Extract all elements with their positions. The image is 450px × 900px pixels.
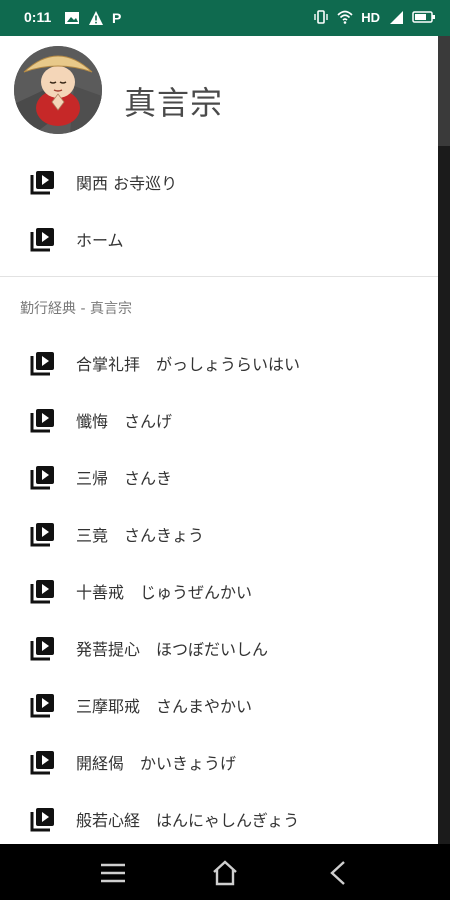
notification-icons: P bbox=[64, 10, 121, 26]
playlist-play-icon bbox=[30, 751, 54, 775]
status-time: 0:11 bbox=[24, 9, 52, 25]
drawer-scrim[interactable] bbox=[438, 36, 450, 844]
nav-item-label: 般若心経 はんにゃしんぎょう bbox=[76, 811, 300, 830]
nav-item-kansai-temples[interactable]: 関西 お寺巡り bbox=[0, 154, 438, 210]
system-indicators: HD bbox=[313, 9, 436, 25]
nav-item-label: 三竟 さんきょう bbox=[76, 526, 205, 545]
nav-item-label: ホーム bbox=[76, 231, 124, 250]
nav-item-juzenkai[interactable]: 十善戒 じゅうぜんかい bbox=[0, 563, 438, 619]
nav-item-hannya-shingyo[interactable]: 般若心経 はんにゃしんぎょう bbox=[0, 791, 438, 844]
drawer-title: 真言宗 bbox=[124, 84, 224, 122]
nav-item-label: 開経偈 かいきょうげ bbox=[76, 754, 237, 773]
playlist-play-icon bbox=[30, 637, 54, 661]
nav-item-label: 懺悔 さんげ bbox=[76, 412, 173, 431]
playlist-play-icon bbox=[30, 580, 54, 604]
nav-item-kaikyoge[interactable]: 開経偈 かいきょうげ bbox=[0, 734, 438, 790]
nav-item-sanki[interactable]: 三帰 さんき bbox=[0, 449, 438, 505]
navigation-drawer: 真言宗 関西 お寺巡り ホーム 勤行経典 - 真言宗 合掌礼拝 がっしょうらいは… bbox=[0, 36, 438, 844]
wifi-icon bbox=[337, 10, 353, 24]
background-content-edge bbox=[438, 36, 450, 146]
divider bbox=[0, 276, 438, 277]
network-type-label: HD bbox=[361, 9, 380, 25]
playlist-play-icon bbox=[30, 694, 54, 718]
playlist-play-icon bbox=[30, 523, 54, 547]
nav-item-label: 十善戒 じゅうぜんかい bbox=[76, 583, 253, 602]
battery-icon bbox=[412, 11, 435, 23]
nav-item-label: 発菩提心 ほつぼだいしん bbox=[76, 640, 269, 659]
nav-item-label: 三帰 さんき bbox=[76, 469, 173, 488]
playlist-play-icon bbox=[30, 466, 54, 490]
nav-item-home[interactable]: ホーム bbox=[0, 211, 438, 267]
status-bar: 0:11 P HD bbox=[0, 0, 450, 36]
menu-icon[interactable] bbox=[98, 858, 128, 888]
nav-item-label: 三摩耶戒 さんまやかい bbox=[76, 697, 253, 716]
nav-item-sankyo[interactable]: 三竟 さんきょう bbox=[0, 506, 438, 562]
image-icon bbox=[65, 12, 79, 24]
nav-item-sange[interactable]: 懺悔 さんげ bbox=[0, 392, 438, 448]
playlist-play-icon bbox=[30, 171, 54, 195]
playlist-play-icon bbox=[30, 352, 54, 376]
p-icon: P bbox=[112, 10, 122, 26]
back-icon[interactable] bbox=[324, 858, 354, 888]
vibrate-icon bbox=[314, 10, 328, 24]
drawer-header: 真言宗 bbox=[0, 36, 438, 154]
avatar bbox=[14, 46, 102, 134]
nav-item-label: 関西 お寺巡り bbox=[76, 174, 178, 193]
section-header: 勤行経典 - 真言宗 bbox=[20, 301, 132, 317]
playlist-play-icon bbox=[30, 228, 54, 252]
system-nav-bar bbox=[0, 844, 450, 900]
playlist-play-icon bbox=[30, 808, 54, 832]
signal-icon bbox=[390, 11, 403, 24]
nav-item-sanmayakai[interactable]: 三摩耶戒 さんまやかい bbox=[0, 677, 438, 733]
nav-item-label: 合掌礼拝 がっしょうらいはい bbox=[76, 355, 301, 374]
nav-item-hotsubodaishin[interactable]: 発菩提心 ほつぼだいしん bbox=[0, 620, 438, 676]
monk-avatar-illustration bbox=[14, 46, 102, 134]
nav-item-gassho-raihai[interactable]: 合掌礼拝 がっしょうらいはい bbox=[0, 335, 438, 391]
warning-icon bbox=[89, 11, 103, 25]
home-icon[interactable] bbox=[210, 858, 240, 888]
playlist-play-icon bbox=[30, 409, 54, 433]
